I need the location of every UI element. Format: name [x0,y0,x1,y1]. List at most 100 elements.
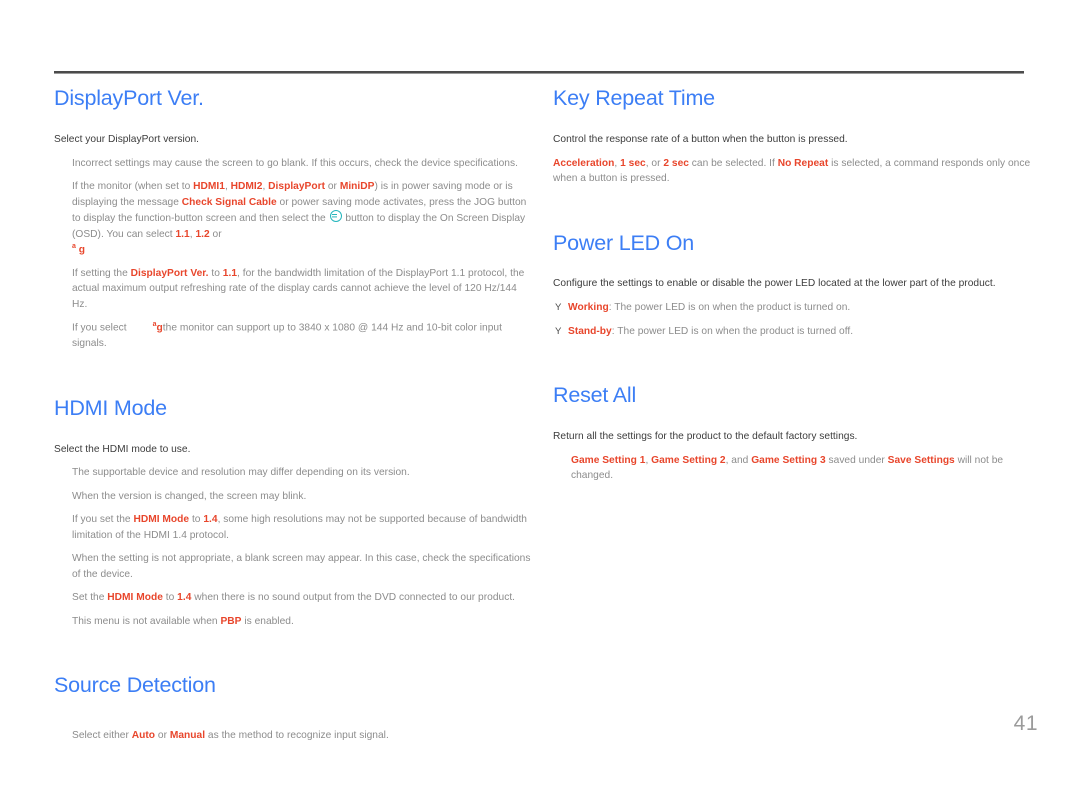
header-rule [54,71,1024,74]
highlighted-term: 1.4 [203,514,218,526]
body-text: Select either [72,730,132,742]
note-list-item: Set the HDMI Mode to 1.4 when there is n… [54,590,534,606]
note-list: Incorrect settings may cause the screen … [54,156,534,352]
section-lead-text: Select your DisplayPort version. [54,133,200,145]
page-number: 41 [1013,712,1038,735]
section-title: Power LED On [553,230,694,255]
body-text: , or [645,157,664,169]
note-list-item: If you set the HDMI Mode to 1.4, some hi… [54,512,534,543]
note-list-item: If the monitor (when set to HDMI1, HDMI2… [54,179,534,258]
section-title: Reset All [553,383,637,408]
glyph-artifact: g [75,244,85,256]
body-text: : The power LED is on when the product i… [611,325,854,337]
right-column: Key Repeat Time Control the response rate… [553,86,1033,528]
note-list-item: Incorrect settings may cause the screen … [54,156,534,172]
left-column: DisplayPort Ver. Select your DisplayPort … [54,86,534,788]
highlighted-term: No Repeat [777,157,829,169]
highlighted-term: 1.2 [195,228,210,240]
body-text: This menu is not available when [72,615,221,627]
section-lead-text: Control the response rate of a button wh… [553,133,848,145]
body-text: If setting the [72,267,131,279]
section-lead-text: Select the HDMI mode to use. [54,443,191,455]
section-title: DisplayPort Ver. [54,86,204,110]
note-list: The supportable device and resolution ma… [54,465,534,629]
doc-section: HDMI Mode Select the HDMI mode to use. The… [54,396,534,674]
highlighted-term: Game Setting 3 [751,454,826,466]
highlighted-term: Stand-by [568,325,612,337]
body-text: Incorrect settings may cause the screen … [72,157,518,169]
note-list-item: If setting the DisplayPort Ver. to 1.1, … [54,266,534,313]
doc-section: Source Detection Select either Auto or Ma… [54,673,534,787]
body-text: to [208,267,223,279]
body-text: , and [725,454,752,466]
highlighted-term: Game Setting 2 [651,454,726,466]
body-text: : The power LED is on when the product i… [608,302,851,314]
doc-section: Key Repeat Time Control the response rate… [553,86,1033,231]
doc-section: Reset All Return all the settings for the… [553,383,1033,528]
doc-section: DisplayPort Ver. Select your DisplayPort … [54,86,534,396]
note-list-item: When the version is changed, the screen … [54,489,534,505]
highlighted-term: Acceleration [553,157,615,169]
section-title: Key Repeat Time [553,86,715,110]
highlighted-term: 2 sec [663,157,689,169]
note-list-item: When the setting is not appropriate, a b… [54,551,534,582]
body-text: can be selected. If [688,157,778,169]
highlighted-term: Working [568,302,609,314]
note-list: Y Working: The power LED is on when the p… [553,300,1033,339]
section-lead-text: Configure the settings to enable or disa… [553,278,996,290]
body-text: or [155,730,170,742]
body-text: Set the [72,592,108,604]
highlighted-term: DisplayPort [268,181,326,193]
highlighted-term: HDMI Mode [107,592,163,604]
highlighted-term: Save Settings [887,454,955,466]
highlighted-term: Auto [131,730,156,742]
body-text: is enabled. [241,615,294,627]
highlighted-term: MiniDP [339,181,375,193]
highlighted-term: PBP [220,615,242,627]
highlighted-term: Game Setting 1 [571,454,646,466]
body-text: or [209,228,222,240]
highlighted-term: 1 sec [620,157,646,169]
note-list-item: Acceleration, 1 sec, or 2 sec can be sel… [553,156,1033,187]
body-text: The supportable device and resolution ma… [72,467,410,479]
note-list-item: Game Setting 1, Game Setting 2, and Game… [553,453,1033,484]
note-list-item: The supportable device and resolution ma… [54,465,534,481]
section-lead-text: Return all the settings for the product … [553,431,858,443]
body-text: When the setting is not appropriate, a b… [72,553,531,580]
note-list-item: If you select agthe monitor can support u… [54,320,534,351]
highlighted-term: 1.4 [177,592,192,604]
bullet-marker-icon: Y [555,302,562,314]
osd-menu-icon [329,210,342,223]
body-text: saved under [825,454,888,466]
body-text: If you set the [72,514,134,526]
note-list-item: Y Stand-by: The power LED is on when the … [553,324,1033,340]
note-list-item: Y Working: The power LED is on when the p… [553,300,1033,316]
highlighted-term: HDMI Mode [133,514,190,526]
highlighted-term: DisplayPort Ver. [130,267,209,279]
body-text: If the monitor (when set to [72,181,194,193]
note-list: Acceleration, 1 sec, or 2 sec can be sel… [553,156,1033,187]
highlighted-term: 1.1 [175,228,190,240]
section-title: HDMI Mode [54,395,167,420]
note-list: Game Setting 1, Game Setting 2, and Game… [553,453,1033,484]
doc-section: Power LED On Configure the settings to en… [553,231,1033,384]
body-text: If you select [72,322,127,334]
highlighted-term: HDMI1 [193,181,225,193]
highlighted-term: HDMI2 [230,181,263,193]
body-text: When the version is changed, the screen … [72,490,307,502]
bullet-marker-icon: Y [555,325,562,337]
body-text: as the method to recognize input signal. [205,730,389,742]
body-text: when there is no sound output from the D… [191,592,516,604]
note-list-item: This menu is not available when PBP is e… [54,614,534,630]
section-title: Source Detection [54,673,216,698]
